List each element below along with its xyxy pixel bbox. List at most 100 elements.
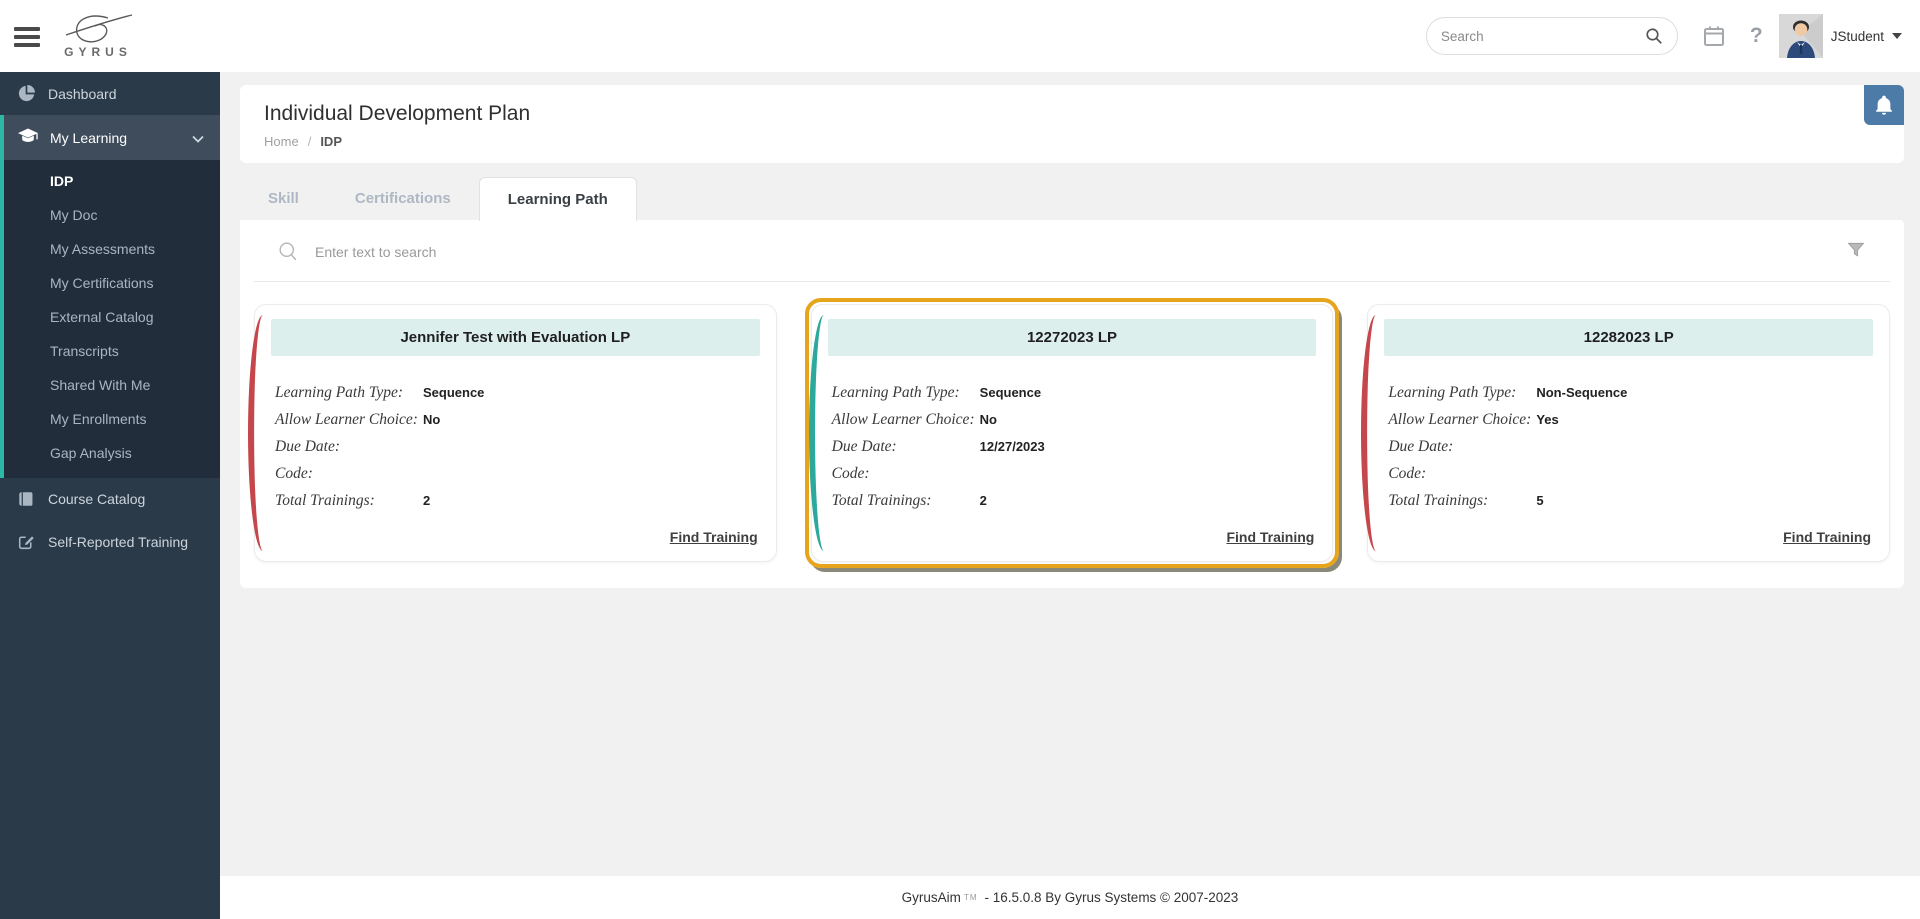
help-icon[interactable]: ? [1750,24,1763,48]
sidebar-item-shared-with-me[interactable]: Shared With Me [0,368,220,402]
field-label: Allow Learner Choice: [831,411,975,428]
card-title: 12272023 LP [827,319,1317,356]
user-menu[interactable]: JStudent [1778,14,1902,58]
field-label: Learning Path Type: [275,384,404,401]
field-row: Allow Learner Choice: Yes [1384,411,1873,438]
menu-icon[interactable] [14,27,40,47]
gyrus-logo-mark-icon [65,14,133,43]
field-value: Sequence [423,385,485,400]
field-label: Learning Path Type: [1388,384,1517,401]
footer: GyrusAim TM - 16.5.0.8 By Gyrus Systems … [220,876,1920,919]
learning-path-panel: Jennifer Test with Evaluation LP Learnin… [240,220,1904,588]
field-label: Due Date: [275,438,340,455]
find-training-link[interactable]: Find Training [1783,529,1871,545]
card-fields: Learning Path Type: Sequence Allow Learn… [828,384,1317,519]
chevron-down-icon [192,130,204,146]
sidebar-item-my-enrollments[interactable]: My Enrollments [0,402,220,436]
global-search [1425,17,1678,55]
sidebar: Dashboard My Learning IDP My Doc My Asse… [0,72,220,919]
tab-learning-path[interactable]: Learning Path [478,177,637,221]
learning-path-card-12282023[interactable]: 12282023 LP Learning Path Type: Non-Sequ… [1361,304,1891,562]
card-slot: 12282023 LP Learning Path Type: Non-Sequ… [1361,304,1891,562]
sidebar-item-self-reported-training[interactable]: Self-Reported Training [0,520,220,563]
sidebar-item-my-doc[interactable]: My Doc [0,198,220,232]
sidebar-item-my-certifications[interactable]: My Certifications [0,266,220,300]
card-slot: Jennifer Test with Evaluation LP Learnin… [248,304,777,562]
breadcrumb-separator: / [307,134,312,149]
field-label: Code: [1388,465,1427,482]
sidebar-group-my-learning: My Learning IDP My Doc My Assessments My… [0,115,220,478]
find-training-link[interactable]: Find Training [670,529,758,545]
field-label: Learning Path Type: [831,384,960,401]
my-learning-submenu: IDP My Doc My Assessments My Certificati… [0,160,220,478]
field-row: Allow Learner Choice: No [828,411,1317,438]
tab-skill[interactable]: Skill [240,177,327,220]
sidebar-item-my-learning[interactable]: My Learning [0,115,220,160]
field-value: Non-Sequence [1536,385,1628,400]
sidebar-item-external-catalog[interactable]: External Catalog [0,300,220,334]
field-label: Code: [831,465,870,482]
sidebar-item-idp[interactable]: IDP [0,164,220,198]
sidebar-item-label: My Learning [50,129,128,146]
username-label: JStudent [1830,28,1884,44]
global-search-input[interactable] [1440,28,1645,44]
brand-name: GYRUS [64,45,132,59]
caret-down-icon [1892,33,1902,39]
field-label: Code: [275,465,313,482]
sidebar-item-dashboard[interactable]: Dashboard [0,72,220,115]
tabs: Skill Certifications Learning Path [240,177,1904,221]
field-label: Allow Learner Choice: [1388,411,1532,428]
field-row: Learning Path Type: Non-Sequence [1384,384,1873,411]
breadcrumb-home-link[interactable]: Home [264,134,299,149]
field-label: Due Date: [831,438,897,455]
pie-chart-icon [16,85,36,102]
calendar-icon[interactable] [1702,24,1726,48]
sidebar-item-course-catalog[interactable]: Course Catalog [0,478,220,520]
topbar-left: GYRUS [0,13,220,59]
field-row: Due Date: 12/27/2023 [828,438,1317,465]
sidebar-item-transcripts[interactable]: Transcripts [0,334,220,368]
tab-certifications[interactable]: Certifications [327,177,479,220]
field-row: Code: [271,465,760,492]
learning-path-card-12272023[interactable]: 12272023 LP Learning Path Type: Sequence… [808,304,1334,562]
bell-icon [1876,95,1892,115]
sidebar-item-label: Dashboard [48,85,117,102]
field-value: 2 [979,493,987,508]
field-row: Total Trainings: 2 [271,492,760,519]
card-link-row: Find Training [271,525,760,549]
filter-button[interactable] [1846,240,1866,263]
field-row: Code: [1384,465,1873,492]
field-row: Learning Path Type: Sequence [271,384,760,411]
page-title: Individual Development Plan [264,102,531,125]
find-training-link[interactable]: Find Training [1226,529,1314,545]
topbar: GYRUS ? [0,0,1920,72]
field-value: 2 [423,493,431,508]
panel-search-input[interactable] [315,243,1846,260]
card-title: Jennifer Test with Evaluation LP [271,319,760,356]
notifications-button[interactable] [1864,85,1904,125]
sidebar-item-label: Course Catalog [48,491,146,507]
footer-product: GyrusAim [901,890,961,905]
field-row: Learning Path Type: Sequence [828,384,1317,411]
card-slot: 12272023 LP Learning Path Type: Sequence… [804,298,1340,568]
card-link-row: Find Training [1384,525,1873,549]
page-header: Individual Development Plan Home / IDP [240,85,1904,163]
brand-logo: GYRUS [62,13,134,59]
field-value: No [423,412,441,427]
search-icon [279,242,297,261]
book-icon [16,491,36,507]
field-label: Total Trainings: [1388,492,1489,509]
breadcrumb: Home / IDP [264,134,1880,149]
graduation-cap-icon [18,128,38,147]
card-fields: Learning Path Type: Sequence Allow Learn… [271,384,760,519]
learning-path-card-jennifer-test[interactable]: Jennifer Test with Evaluation LP Learnin… [248,304,777,562]
footer-text: - 16.5.0.8 By Gyrus Systems © 2007-2023 [984,890,1239,905]
field-label: Allow Learner Choice: [275,411,418,428]
field-value: 5 [1536,493,1544,508]
sidebar-item-my-assessments[interactable]: My Assessments [0,232,220,266]
pencil-square-icon [16,533,36,550]
search-icon[interactable] [1645,27,1663,45]
breadcrumb-current: IDP [320,134,342,149]
sidebar-item-gap-analysis[interactable]: Gap Analysis [0,436,220,470]
field-row: Allow Learner Choice: No [271,411,760,438]
